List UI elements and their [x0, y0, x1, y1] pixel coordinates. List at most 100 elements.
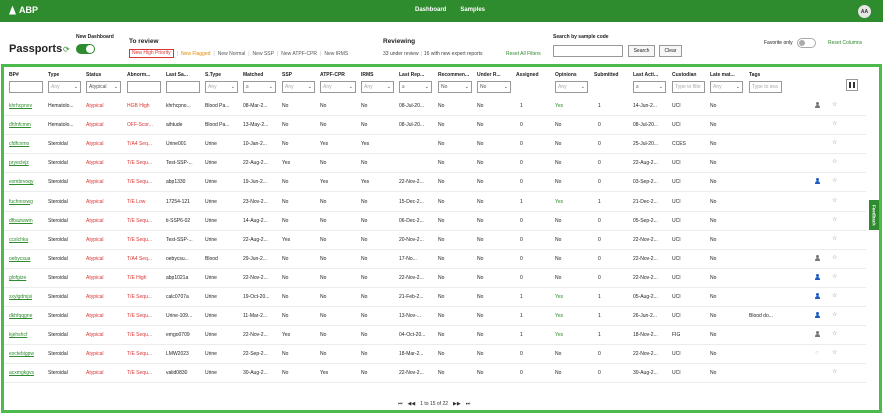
favorite-only-toggle[interactable]	[797, 38, 816, 48]
filter-new-atpf-cpr[interactable]: New ATPF-CPR	[281, 51, 317, 57]
column-header[interactable]: SSP	[282, 72, 292, 78]
passport-link[interactable]: acxmgkgvs	[9, 370, 43, 376]
column-header[interactable]: Tags	[749, 72, 760, 78]
filter-new-ssp[interactable]: New SSP	[253, 51, 274, 57]
column-filter-bp[interactable]	[9, 81, 43, 93]
column-filter-lastrep[interactable]: ≥ ⌄	[399, 81, 432, 93]
reset-all-filters-link[interactable]: Reset All Filters	[506, 51, 541, 57]
favorite-star-icon[interactable]: ☆	[832, 311, 837, 318]
favorite-star-icon[interactable]: ☆	[832, 254, 837, 261]
column-header[interactable]: Recommen...	[438, 72, 469, 78]
column-header[interactable]: Status	[86, 72, 101, 78]
prev-page-icon[interactable]: ◀◀	[408, 401, 416, 407]
passport-link[interactable]: oebycsua	[9, 256, 43, 262]
assignee-icon[interactable]	[815, 102, 820, 108]
favorite-star-icon[interactable]: ☆	[832, 292, 837, 299]
column-header[interactable]: ATPF-CPR	[320, 72, 345, 78]
filter-new-normal[interactable]: New Normal	[218, 51, 246, 57]
nav-samples[interactable]: Samples	[460, 7, 485, 13]
column-filter-atpf[interactable]: Any ⌄	[320, 81, 356, 93]
passport-link[interactable]: exmbrvoqy	[9, 179, 43, 185]
column-filter-late[interactable]: Any ⌄	[710, 81, 743, 93]
filter-new-high-priority[interactable]: New High Priority	[129, 49, 174, 58]
column-header[interactable]: Submitted	[594, 72, 618, 78]
favorite-star-icon[interactable]: ☆	[832, 368, 837, 375]
assignee-icon[interactable]	[815, 331, 820, 338]
column-header[interactable]: Last Acti...	[633, 72, 658, 78]
sample-code-search-input[interactable]	[553, 45, 623, 57]
column-filter-opinions[interactable]: Any ⌄	[555, 81, 588, 93]
column-filter-matched[interactable]: ≥ ⌄	[243, 81, 276, 93]
column-filter-custodian[interactable]: Type to filte	[672, 81, 705, 93]
favorite-star-icon[interactable]: ☆	[832, 235, 837, 242]
favorite-star-icon[interactable]: ☆	[832, 177, 837, 184]
first-page-icon[interactable]: ⏮	[398, 401, 403, 407]
passport-link[interactable]: ccslchka	[9, 237, 43, 243]
favorite-star-icon[interactable]: ☆	[832, 197, 837, 204]
column-chooser-button[interactable]	[846, 79, 858, 91]
column-header[interactable]: Type	[48, 72, 59, 78]
column-filter-ssp[interactable]: Any ⌄	[282, 81, 315, 93]
favorite-star-icon[interactable]: ☆	[832, 120, 837, 127]
favorite-star-icon[interactable]: ☆	[832, 349, 837, 356]
column-filter-abnorm[interactable]	[127, 81, 161, 93]
filter-expert-reports[interactable]: 16 with new expert reports	[424, 51, 483, 57]
passport-link[interactable]: khrhcpnov	[9, 103, 43, 109]
column-header[interactable]: Custodian	[672, 72, 696, 78]
filter-new-irms[interactable]: New IRMS	[324, 51, 348, 57]
user-avatar[interactable]: AA	[858, 5, 871, 18]
column-header[interactable]: Matched	[243, 72, 263, 78]
passport-link[interactable]: dfbazwwm	[9, 218, 43, 224]
passport-link[interactable]: dhfnfcmm	[9, 122, 43, 128]
app-logo[interactable]: ABP	[9, 5, 38, 15]
search-button[interactable]: Search	[628, 45, 655, 57]
column-header[interactable]: Late mat...	[710, 72, 735, 78]
column-header[interactable]: Opinions	[555, 72, 577, 78]
passport-link[interactable]: fuchnoxwg	[9, 199, 43, 205]
assignee-icon[interactable]	[815, 273, 820, 280]
assignee-icon[interactable]	[815, 254, 820, 261]
column-header[interactable]: BP#	[9, 72, 19, 78]
column-header[interactable]: Last Rep...	[399, 72, 424, 78]
column-header[interactable]: S.Type	[205, 72, 221, 78]
column-header[interactable]: Last Sa...	[166, 72, 188, 78]
clear-button[interactable]: Clear	[659, 45, 682, 57]
column-filter-type[interactable]: Any ⌄	[48, 81, 81, 93]
passport-link[interactable]: cfdfcnmo	[9, 141, 43, 147]
assignee-icon[interactable]	[815, 312, 820, 319]
favorite-star-icon[interactable]: ☆	[832, 216, 837, 223]
passport-link[interactable]: pryeclejz	[9, 160, 43, 166]
column-filter-lastsample[interactable]	[166, 81, 200, 93]
favorite-star-icon[interactable]: ☆	[832, 139, 837, 146]
column-header[interactable]: IRMS	[361, 72, 374, 78]
column-header[interactable]: Under R...	[477, 72, 501, 78]
new-dashboard-toggle[interactable]	[76, 44, 95, 54]
assignee-icon[interactable]: ○	[815, 350, 819, 356]
last-page-icon[interactable]: ⏭	[466, 401, 471, 407]
column-filter-stype[interactable]: Any ⌄	[205, 81, 238, 93]
filter-under-review[interactable]: 33 under review	[383, 51, 419, 57]
favorite-star-icon[interactable]: ☆	[832, 330, 837, 337]
passport-link[interactable]: sxylgdmjsi	[9, 294, 43, 300]
assignee-icon[interactable]	[815, 178, 820, 185]
passport-link[interactable]: dkhfqqgne	[9, 313, 43, 319]
favorite-star-icon[interactable]: ☆	[832, 101, 837, 108]
column-filter-status[interactable]: Atypical ⌄	[86, 81, 121, 93]
passport-link[interactable]: glofgize	[9, 275, 43, 281]
filter-new-flagged[interactable]: New Flagged	[181, 51, 210, 57]
column-filter-recommen[interactable]: No ⌄	[438, 81, 472, 93]
column-filter-under[interactable]: No ⌄	[477, 81, 511, 93]
favorite-star-icon[interactable]: ☆	[832, 273, 837, 280]
column-header[interactable]: Abnorm...	[127, 72, 150, 78]
nav-dashboard[interactable]: Dashboard	[415, 7, 446, 13]
passport-link[interactable]: exctebigpw	[9, 351, 43, 357]
favorite-star-icon[interactable]: ☆	[832, 158, 837, 165]
feedback-tab[interactable]: Feedback	[869, 200, 879, 230]
next-page-icon[interactable]: ▶▶	[453, 401, 461, 407]
column-header[interactable]: Assigned	[516, 72, 539, 78]
column-filter-irms[interactable]: Any ⌄	[361, 81, 394, 93]
column-filter-tags[interactable]: Type to sea	[749, 81, 782, 93]
column-filter-lastact[interactable]: ≥ ⌄	[633, 81, 666, 93]
assignee-icon[interactable]	[815, 293, 820, 299]
reset-columns-link[interactable]: Reset Columns	[828, 40, 862, 46]
